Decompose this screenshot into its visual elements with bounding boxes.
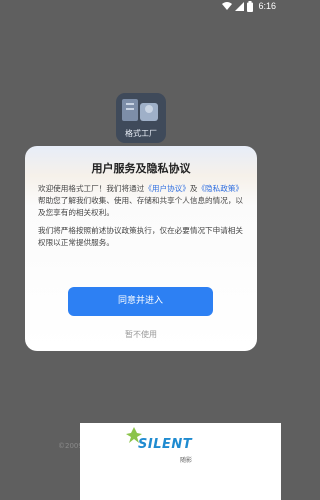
app-logo: 格式工厂 xyxy=(116,93,166,143)
para1-text-3: 帮助您了解我们收集、使用、存储和共享个人信息的情况，以及您享有的相关权利。 xyxy=(38,196,244,217)
battery-icon xyxy=(247,1,253,14)
privacy-policy-link[interactable]: 《隐私政策》 xyxy=(197,184,243,193)
signal-icon xyxy=(235,2,244,13)
status-time: 6:16 xyxy=(258,1,276,11)
wifi-icon xyxy=(222,2,232,13)
decline-button[interactable]: 暂不使用 xyxy=(25,329,257,340)
agree-button[interactable]: 同意并进入 xyxy=(68,287,213,316)
app-logo-text: 格式工厂 xyxy=(125,129,157,138)
para1-text-1: 欢迎使用格式工厂！我们将通过 xyxy=(38,184,145,193)
watermark: SILENT 随影 xyxy=(80,423,281,500)
dialog-body: 欢迎使用格式工厂！我们将通过《用户协议》及《隐私政策》帮助您了解我们收集、使用、… xyxy=(38,183,246,255)
format-factory-logo-icon xyxy=(122,99,158,121)
dialog-paragraph-1: 欢迎使用格式工厂！我们将通过《用户协议》及《隐私政策》帮助您了解我们收集、使用、… xyxy=(38,183,246,219)
watermark-text: SILENT xyxy=(138,437,193,452)
privacy-dialog: 用户服务及隐私协议 欢迎使用格式工厂！我们将通过《用户协议》及《隐私政策》帮助您… xyxy=(25,146,257,351)
user-agreement-link[interactable]: 《用户协议》 xyxy=(144,184,190,193)
status-bar: 6:16 xyxy=(0,0,281,16)
dialog-title: 用户服务及隐私协议 xyxy=(91,162,191,175)
dialog-paragraph-2: 我们将严格按照前述协议政策执行，仅在必要情况下申请相关权限以正常提供服务。 xyxy=(38,226,244,247)
watermark-subtext: 随影 xyxy=(180,457,193,464)
